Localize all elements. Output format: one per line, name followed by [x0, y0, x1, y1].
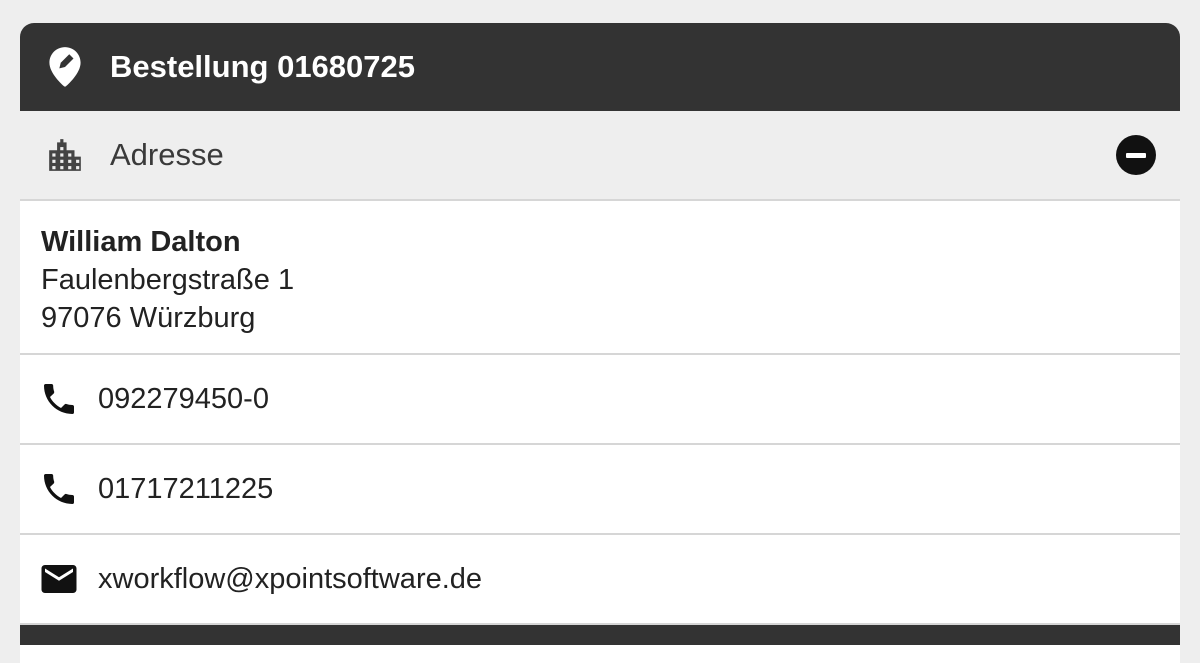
- contact-row-phone-2[interactable]: 01717211225: [20, 445, 1180, 535]
- address-section-title: Adresse: [110, 137, 224, 172]
- footer-bar: [20, 625, 1180, 645]
- minus-circle-icon: [1126, 152, 1146, 158]
- order-card: Bestellung 01680725 Adresse William Dalt…: [20, 23, 1180, 663]
- phone-number: 092279450-0: [98, 382, 269, 415]
- phone-icon: [20, 469, 98, 509]
- contact-row-phone-1[interactable]: 092279450-0: [20, 355, 1180, 445]
- building-icon: [20, 136, 110, 174]
- customer-name: William Dalton: [41, 226, 241, 258]
- collapse-button[interactable]: [1116, 135, 1156, 175]
- address-city: 97076 Würzburg: [41, 302, 256, 334]
- address-block: William Dalton Faulenbergstraße 1 97076 …: [20, 201, 1180, 355]
- mail-icon: [20, 558, 98, 600]
- mobile-number: 01717211225: [98, 472, 274, 505]
- email-address: xworkflow@xpointsoftware.de: [98, 562, 483, 595]
- location-pin-icon: [20, 47, 110, 87]
- phone-icon: [20, 379, 98, 419]
- card-header: Bestellung 01680725: [20, 23, 1180, 111]
- address-section-header[interactable]: Adresse: [20, 111, 1180, 201]
- address-street: Faulenbergstraße 1: [41, 264, 295, 296]
- contact-row-email[interactable]: xworkflow@xpointsoftware.de: [20, 535, 1180, 625]
- order-title: Bestellung 01680725: [110, 49, 416, 84]
